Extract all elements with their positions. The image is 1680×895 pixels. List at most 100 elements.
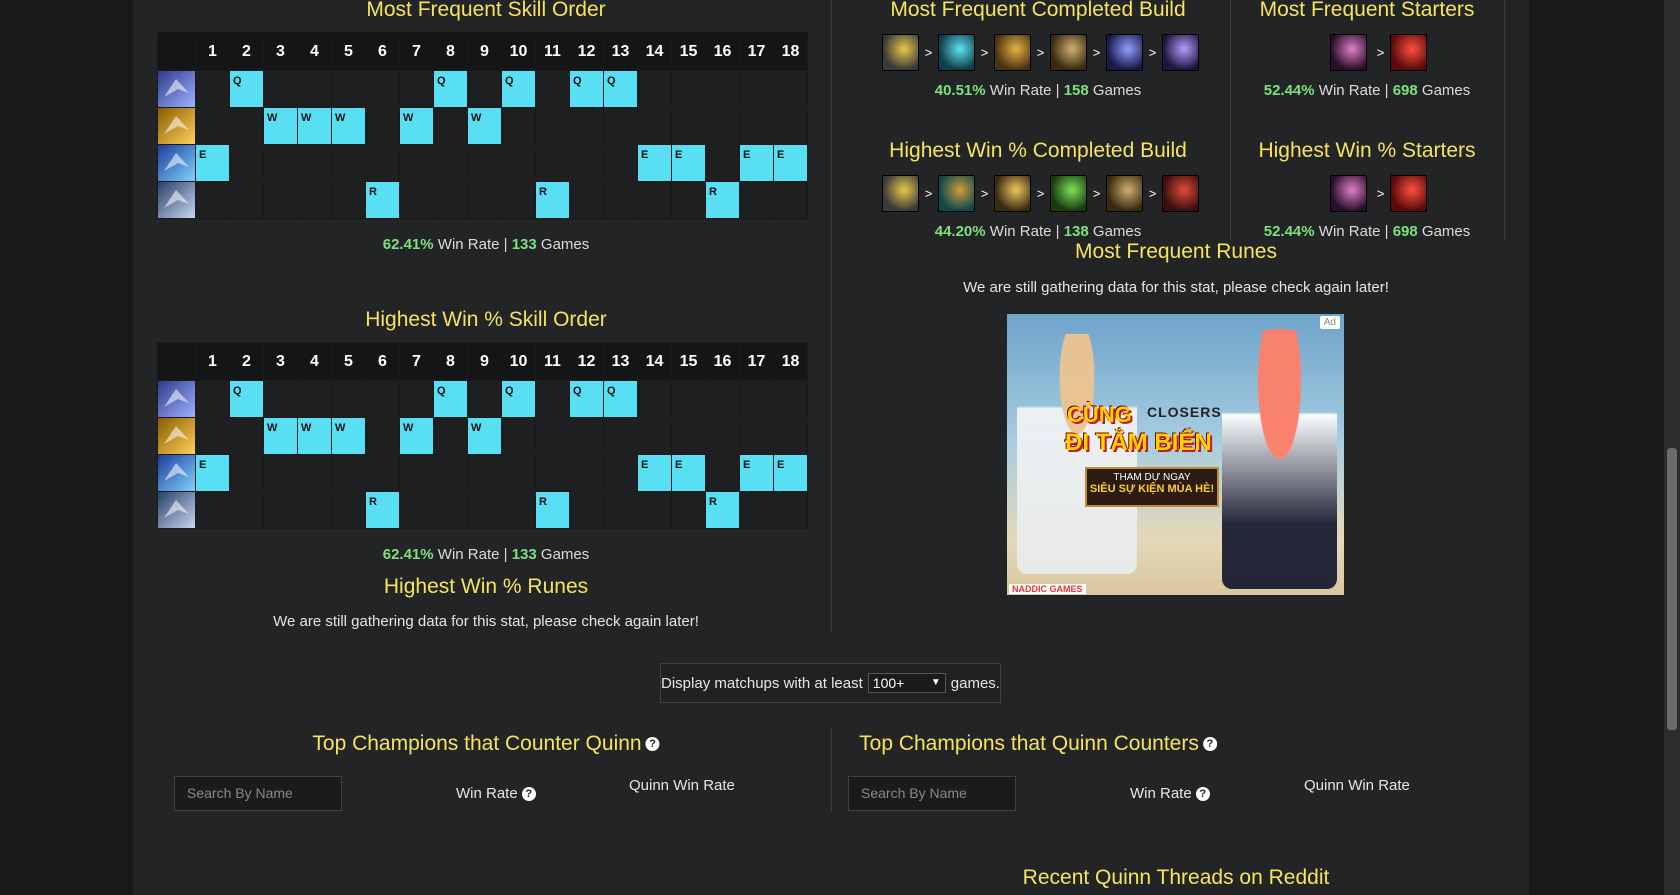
countered-quinn-win-rate-header[interactable]: Quinn Win Rate <box>1304 777 1410 794</box>
skill-row: QQQQQ <box>157 380 808 418</box>
level-header: 1 <box>195 342 230 381</box>
skill-cell <box>535 417 570 455</box>
skill-key-label: R <box>709 496 717 508</box>
skill-cell <box>433 417 468 455</box>
item-icon[interactable] <box>1162 175 1199 212</box>
skill-cell <box>365 144 400 182</box>
skill-cell <box>195 491 230 529</box>
item-icon[interactable] <box>1390 175 1427 212</box>
min-games-value: 100+ <box>872 675 905 691</box>
countered-search-input[interactable]: Search By Name <box>848 776 1016 811</box>
help-icon[interactable]: ? <box>645 737 660 752</box>
skill-key-label: R <box>539 496 547 508</box>
freq-skill-order-stat: 62.41% Win Rate | 133 Games <box>383 236 590 253</box>
item-icon[interactable] <box>938 34 975 71</box>
level-header: 18 <box>773 32 808 71</box>
skill-table-corner <box>157 32 196 71</box>
win-rate-value: 62.41% <box>382 546 434 563</box>
skill-cell <box>739 70 774 108</box>
item-icon[interactable] <box>1106 34 1143 71</box>
item-icon[interactable] <box>994 175 1031 212</box>
freq-build-title: Most Frequent Completed Build <box>890 0 1186 21</box>
help-icon[interactable]: ? <box>1195 787 1210 802</box>
skill-cell <box>399 144 434 182</box>
win-rate-label: Win Rate | <box>433 546 512 563</box>
build-arrow-icon: > <box>1376 186 1385 201</box>
skill-cell <box>433 491 468 529</box>
item-icon[interactable] <box>994 34 1031 71</box>
games-count: 698 <box>1392 82 1418 99</box>
build-arrow-icon: > <box>1092 186 1101 201</box>
level-header: 7 <box>399 342 434 381</box>
skill-cell <box>637 491 672 529</box>
ad-headline: CÙNG <box>1067 402 1132 427</box>
help-icon[interactable]: ? <box>521 787 536 802</box>
skill-cell <box>263 491 298 529</box>
games-label: Games <box>536 546 590 563</box>
countered-win-rate-header[interactable]: Win Rate? <box>1130 785 1210 802</box>
skill-cell <box>739 107 774 145</box>
skill-cell-selected: E <box>739 454 774 492</box>
item-icon[interactable] <box>882 34 919 71</box>
page-scrollbar[interactable] <box>1664 0 1680 895</box>
skill-cell-selected: Q <box>569 70 604 108</box>
skill-cell <box>501 454 536 492</box>
min-games-select[interactable]: 100+ ▼ <box>867 673 946 693</box>
skill-cell <box>195 181 230 219</box>
level-header: 13 <box>603 342 638 381</box>
skill-cell <box>365 454 400 492</box>
skill-cell <box>399 181 434 219</box>
item-icon[interactable] <box>1162 34 1199 71</box>
item-icon[interactable] <box>1050 175 1087 212</box>
skill-cell <box>773 491 808 529</box>
ad-badge[interactable]: Ad <box>1319 316 1340 329</box>
skill-cell-selected: E <box>671 144 706 182</box>
skill-cell <box>671 417 706 455</box>
skill-cell <box>331 70 366 108</box>
item-icon[interactable] <box>1390 34 1427 71</box>
skill-cell <box>433 181 468 219</box>
ad-cta-banner[interactable]: THAM DỰ NGAY SIÊU SỰ KIỆN MÙA HÈ! <box>1085 467 1219 507</box>
skill-cell-selected: Q <box>603 380 638 418</box>
skill-cell-selected: W <box>399 107 434 145</box>
skill-cell-selected: W <box>297 107 332 145</box>
scrollbar-thumb[interactable] <box>1667 448 1677 730</box>
level-header: 3 <box>263 342 298 381</box>
skill-cell <box>501 417 536 455</box>
skill-cell <box>603 107 638 145</box>
item-icon[interactable] <box>1330 175 1367 212</box>
help-icon[interactable]: ? <box>1202 737 1217 752</box>
skill-key-label: W <box>335 422 346 434</box>
freq-skill-order-table: 1 2 3 4 5 6 7 8 9 10 11 12 13 14 15 16 17 18 Q Q Q Q Q W W W W W E E E… <box>157 32 808 219</box>
skill-cell <box>297 70 332 108</box>
counters-win-rate-header[interactable]: Win Rate? <box>456 785 536 802</box>
counters-search-input[interactable]: Search By Name <box>174 776 342 811</box>
item-icon[interactable] <box>1050 34 1087 71</box>
freq-build-items: > > > > > <box>882 34 1199 71</box>
games-count: 698 <box>1392 223 1418 240</box>
item-icon[interactable] <box>1330 34 1367 71</box>
advertisement[interactable]: Ad CÙNG CLOSERS ĐI TẮM BIỂN THAM DỰ NGAY… <box>1007 314 1344 595</box>
skill-key-label: Q <box>437 75 446 87</box>
skill-cell <box>433 454 468 492</box>
skill-key-label: W <box>471 422 482 434</box>
item-icon[interactable] <box>938 175 975 212</box>
freq-runes-message: We are still gathering data for this sta… <box>963 279 1389 296</box>
skill-key-label: R <box>369 496 377 508</box>
skill-cell <box>773 380 808 418</box>
skill-cell <box>399 380 434 418</box>
skill-cell <box>297 454 332 492</box>
win-rate-label: Win Rate | <box>985 82 1064 99</box>
counters-quinn-win-rate-header[interactable]: Quinn Win Rate <box>629 777 735 794</box>
skill-cell-selected: Q <box>569 380 604 418</box>
skill-cell-selected: Q <box>433 70 468 108</box>
ad-character-image <box>1222 329 1337 589</box>
games-count: 133 <box>511 546 537 563</box>
build-arrow-icon: > <box>980 45 989 60</box>
skill-cell <box>705 380 740 418</box>
skill-cell <box>467 144 502 182</box>
item-icon[interactable] <box>882 175 919 212</box>
item-icon[interactable] <box>1106 175 1143 212</box>
skill-key-label: E <box>777 149 785 161</box>
skill-key-label: W <box>471 112 482 124</box>
